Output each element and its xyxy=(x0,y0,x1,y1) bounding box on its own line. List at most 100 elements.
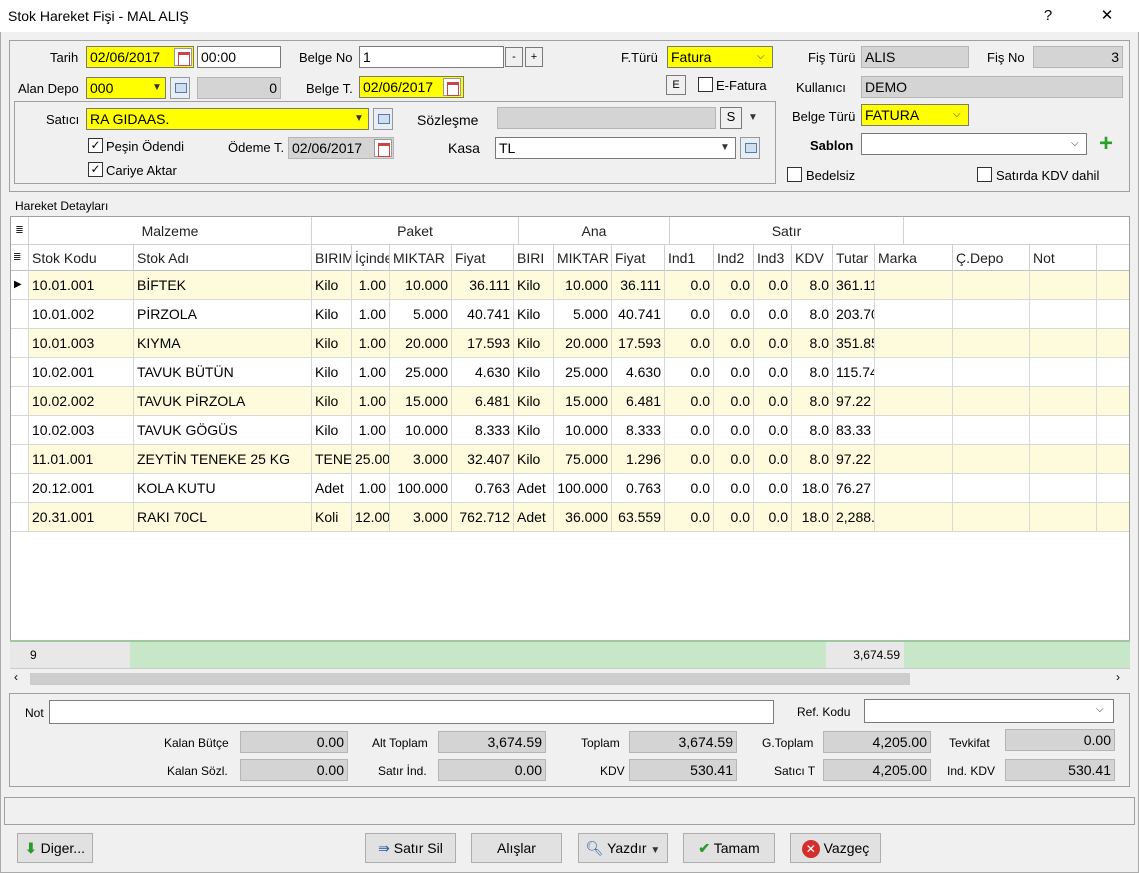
horizontal-scrollbar[interactable]: ‹ › xyxy=(10,668,1130,688)
table-cell[interactable]: ZEYTİN TENEKE 25 KG xyxy=(134,445,312,473)
table-row[interactable]: 20.31.001 RAKI 70CL Koli 12.00 3.000 762.712 A… xyxy=(11,503,1129,532)
yazdir-button[interactable]: 🔍︎ Yazdır ▼ xyxy=(578,833,668,863)
table-cell[interactable]: 0.0 xyxy=(754,474,792,502)
row-indicator[interactable] xyxy=(11,416,29,444)
column-header[interactable]: Not xyxy=(1030,245,1097,271)
chevron-down-icon[interactable]: ⌵ xyxy=(757,51,765,62)
row-indicator[interactable] xyxy=(11,503,29,531)
table-cell[interactable]: 0.0 xyxy=(714,300,754,328)
table-cell[interactable]: 1.296 xyxy=(612,445,665,473)
add-icon[interactable]: + xyxy=(1094,132,1118,157)
table-cell[interactable]: 203.70 xyxy=(833,300,875,328)
help-button[interactable]: ? xyxy=(1025,0,1071,32)
table-cell[interactable]: 8.0 xyxy=(792,329,833,357)
table-cell[interactable]: 0.0 xyxy=(665,387,714,415)
table-cell[interactable]: 10.02.001 xyxy=(29,358,134,386)
table-cell[interactable] xyxy=(953,271,1030,299)
table-cell[interactable] xyxy=(875,271,953,299)
table-cell[interactable]: 0.0 xyxy=(754,271,792,299)
column-header[interactable]: Ç.Depo xyxy=(953,245,1030,271)
table-cell[interactable]: 75.000 xyxy=(554,445,612,473)
table-cell[interactable]: Kilo xyxy=(312,329,352,357)
table-cell[interactable]: 0.0 xyxy=(665,503,714,531)
table-cell[interactable]: 10.000 xyxy=(390,416,452,444)
table-cell[interactable]: TAVUK BÜTÜN xyxy=(134,358,312,386)
table-cell[interactable]: RAKI 70CL xyxy=(134,503,312,531)
table-cell[interactable]: 0.0 xyxy=(665,474,714,502)
table-cell[interactable] xyxy=(875,445,953,473)
table-cell[interactable]: TENEKE xyxy=(312,445,352,473)
table-cell[interactable]: 0.763 xyxy=(452,474,514,502)
table-cell[interactable] xyxy=(1030,329,1097,357)
saat-input[interactable]: 00:00 xyxy=(197,46,281,68)
chevron-down-icon[interactable]: ▼ xyxy=(720,142,730,153)
table-cell[interactable]: 63.559 xyxy=(612,503,665,531)
table-cell[interactable]: 0.0 xyxy=(714,358,754,386)
table-cell[interactable]: 361.11 xyxy=(833,271,875,299)
row-indicator[interactable] xyxy=(11,474,29,502)
table-row[interactable]: 11.01.001ZEYTİN TENEKE 25 KGTENEKE25.003… xyxy=(11,445,1129,474)
table-cell[interactable]: 0.0 xyxy=(665,445,714,473)
table-cell[interactable]: 83.33 xyxy=(833,416,875,444)
table-cell[interactable]: 20.000 xyxy=(390,329,452,357)
table-cell[interactable]: 6.481 xyxy=(452,387,514,415)
table-cell[interactable]: 40.741 xyxy=(612,300,665,328)
table-cell[interactable]: Adet xyxy=(514,503,554,531)
table-cell[interactable]: 36.111 xyxy=(612,271,665,299)
table-cell[interactable]: 17.593 xyxy=(452,329,514,357)
table-cell[interactable]: 5.000 xyxy=(554,300,612,328)
table-cell[interactable]: 3.000 xyxy=(390,445,452,473)
table-cell[interactable]: 1.00 xyxy=(352,329,390,357)
table-cell[interactable]: 0.0 xyxy=(714,503,754,531)
satirda-kdv-checkbox[interactable] xyxy=(977,167,992,182)
table-cell[interactable]: 1.00 xyxy=(352,416,390,444)
table-cell[interactable]: 10.02.002 xyxy=(29,387,134,415)
chevron-down-icon[interactable]: ▼ xyxy=(650,845,660,856)
table-cell[interactable] xyxy=(875,387,953,415)
column-header[interactable]: MIKTAR xyxy=(390,245,452,271)
row-indicator[interactable] xyxy=(11,445,29,473)
table-cell[interactable]: 762.712 xyxy=(452,503,514,531)
row-indicator[interactable] xyxy=(11,387,29,415)
table-cell[interactable]: 0.0 xyxy=(754,329,792,357)
table-cell[interactable]: 20.000 xyxy=(554,329,612,357)
column-header[interactable]: MIKTAR xyxy=(554,245,612,271)
table-cell[interactable]: 6.481 xyxy=(612,387,665,415)
table-row[interactable]: 10.02.002 TAVUK PİRZOLA Kilo 1.00 15.000 6.48… xyxy=(11,387,1129,416)
table-cell[interactable]: Kilo xyxy=(312,387,352,415)
table-cell[interactable]: 0.0 xyxy=(754,503,792,531)
table-cell[interactable]: 0.0 xyxy=(754,416,792,444)
column-header[interactable]: Tutar xyxy=(833,245,875,271)
row-indicator[interactable] xyxy=(11,329,29,357)
column-header[interactable]: Ind3 xyxy=(754,245,792,271)
table-cell[interactable] xyxy=(953,329,1030,357)
table-cell[interactable]: 10.01.001 xyxy=(29,271,134,299)
table-cell[interactable]: 8.0 xyxy=(792,271,833,299)
column-header[interactable]: Fiyat xyxy=(452,245,514,271)
plus-button[interactable]: + xyxy=(525,47,543,67)
table-cell[interactable]: 18.0 xyxy=(792,474,833,502)
column-header[interactable]: Ind1 xyxy=(665,245,714,271)
table-cell[interactable]: BİFTEK xyxy=(134,271,312,299)
table-cell[interactable]: KIYMA xyxy=(134,329,312,357)
table-cell[interactable]: 1.00 xyxy=(352,300,390,328)
column-header[interactable]: İçinde xyxy=(352,245,390,271)
diger-button[interactable]: ⬇ Diger... xyxy=(17,833,93,863)
calendar-icon[interactable] xyxy=(374,139,392,157)
table-cell[interactable] xyxy=(953,445,1030,473)
table-cell[interactable]: 351.85 xyxy=(833,329,875,357)
table-cell[interactable]: 36.111 xyxy=(452,271,514,299)
table-cell[interactable]: Adet xyxy=(514,474,554,502)
table-cell[interactable]: Kilo xyxy=(514,300,554,328)
table-cell[interactable] xyxy=(1030,445,1097,473)
table-cell[interactable]: 10.01.002 xyxy=(29,300,134,328)
satici-input[interactable]: RA GIDAAS. xyxy=(86,108,369,130)
table-cell[interactable]: 8.0 xyxy=(792,416,833,444)
table-cell[interactable] xyxy=(1030,271,1097,299)
row-indicator[interactable] xyxy=(11,358,29,386)
table-cell[interactable]: 15.000 xyxy=(390,387,452,415)
table-cell[interactable] xyxy=(1030,416,1097,444)
table-cell[interactable]: 40.741 xyxy=(452,300,514,328)
row-indicator[interactable] xyxy=(11,300,29,328)
table-cell[interactable] xyxy=(875,329,953,357)
